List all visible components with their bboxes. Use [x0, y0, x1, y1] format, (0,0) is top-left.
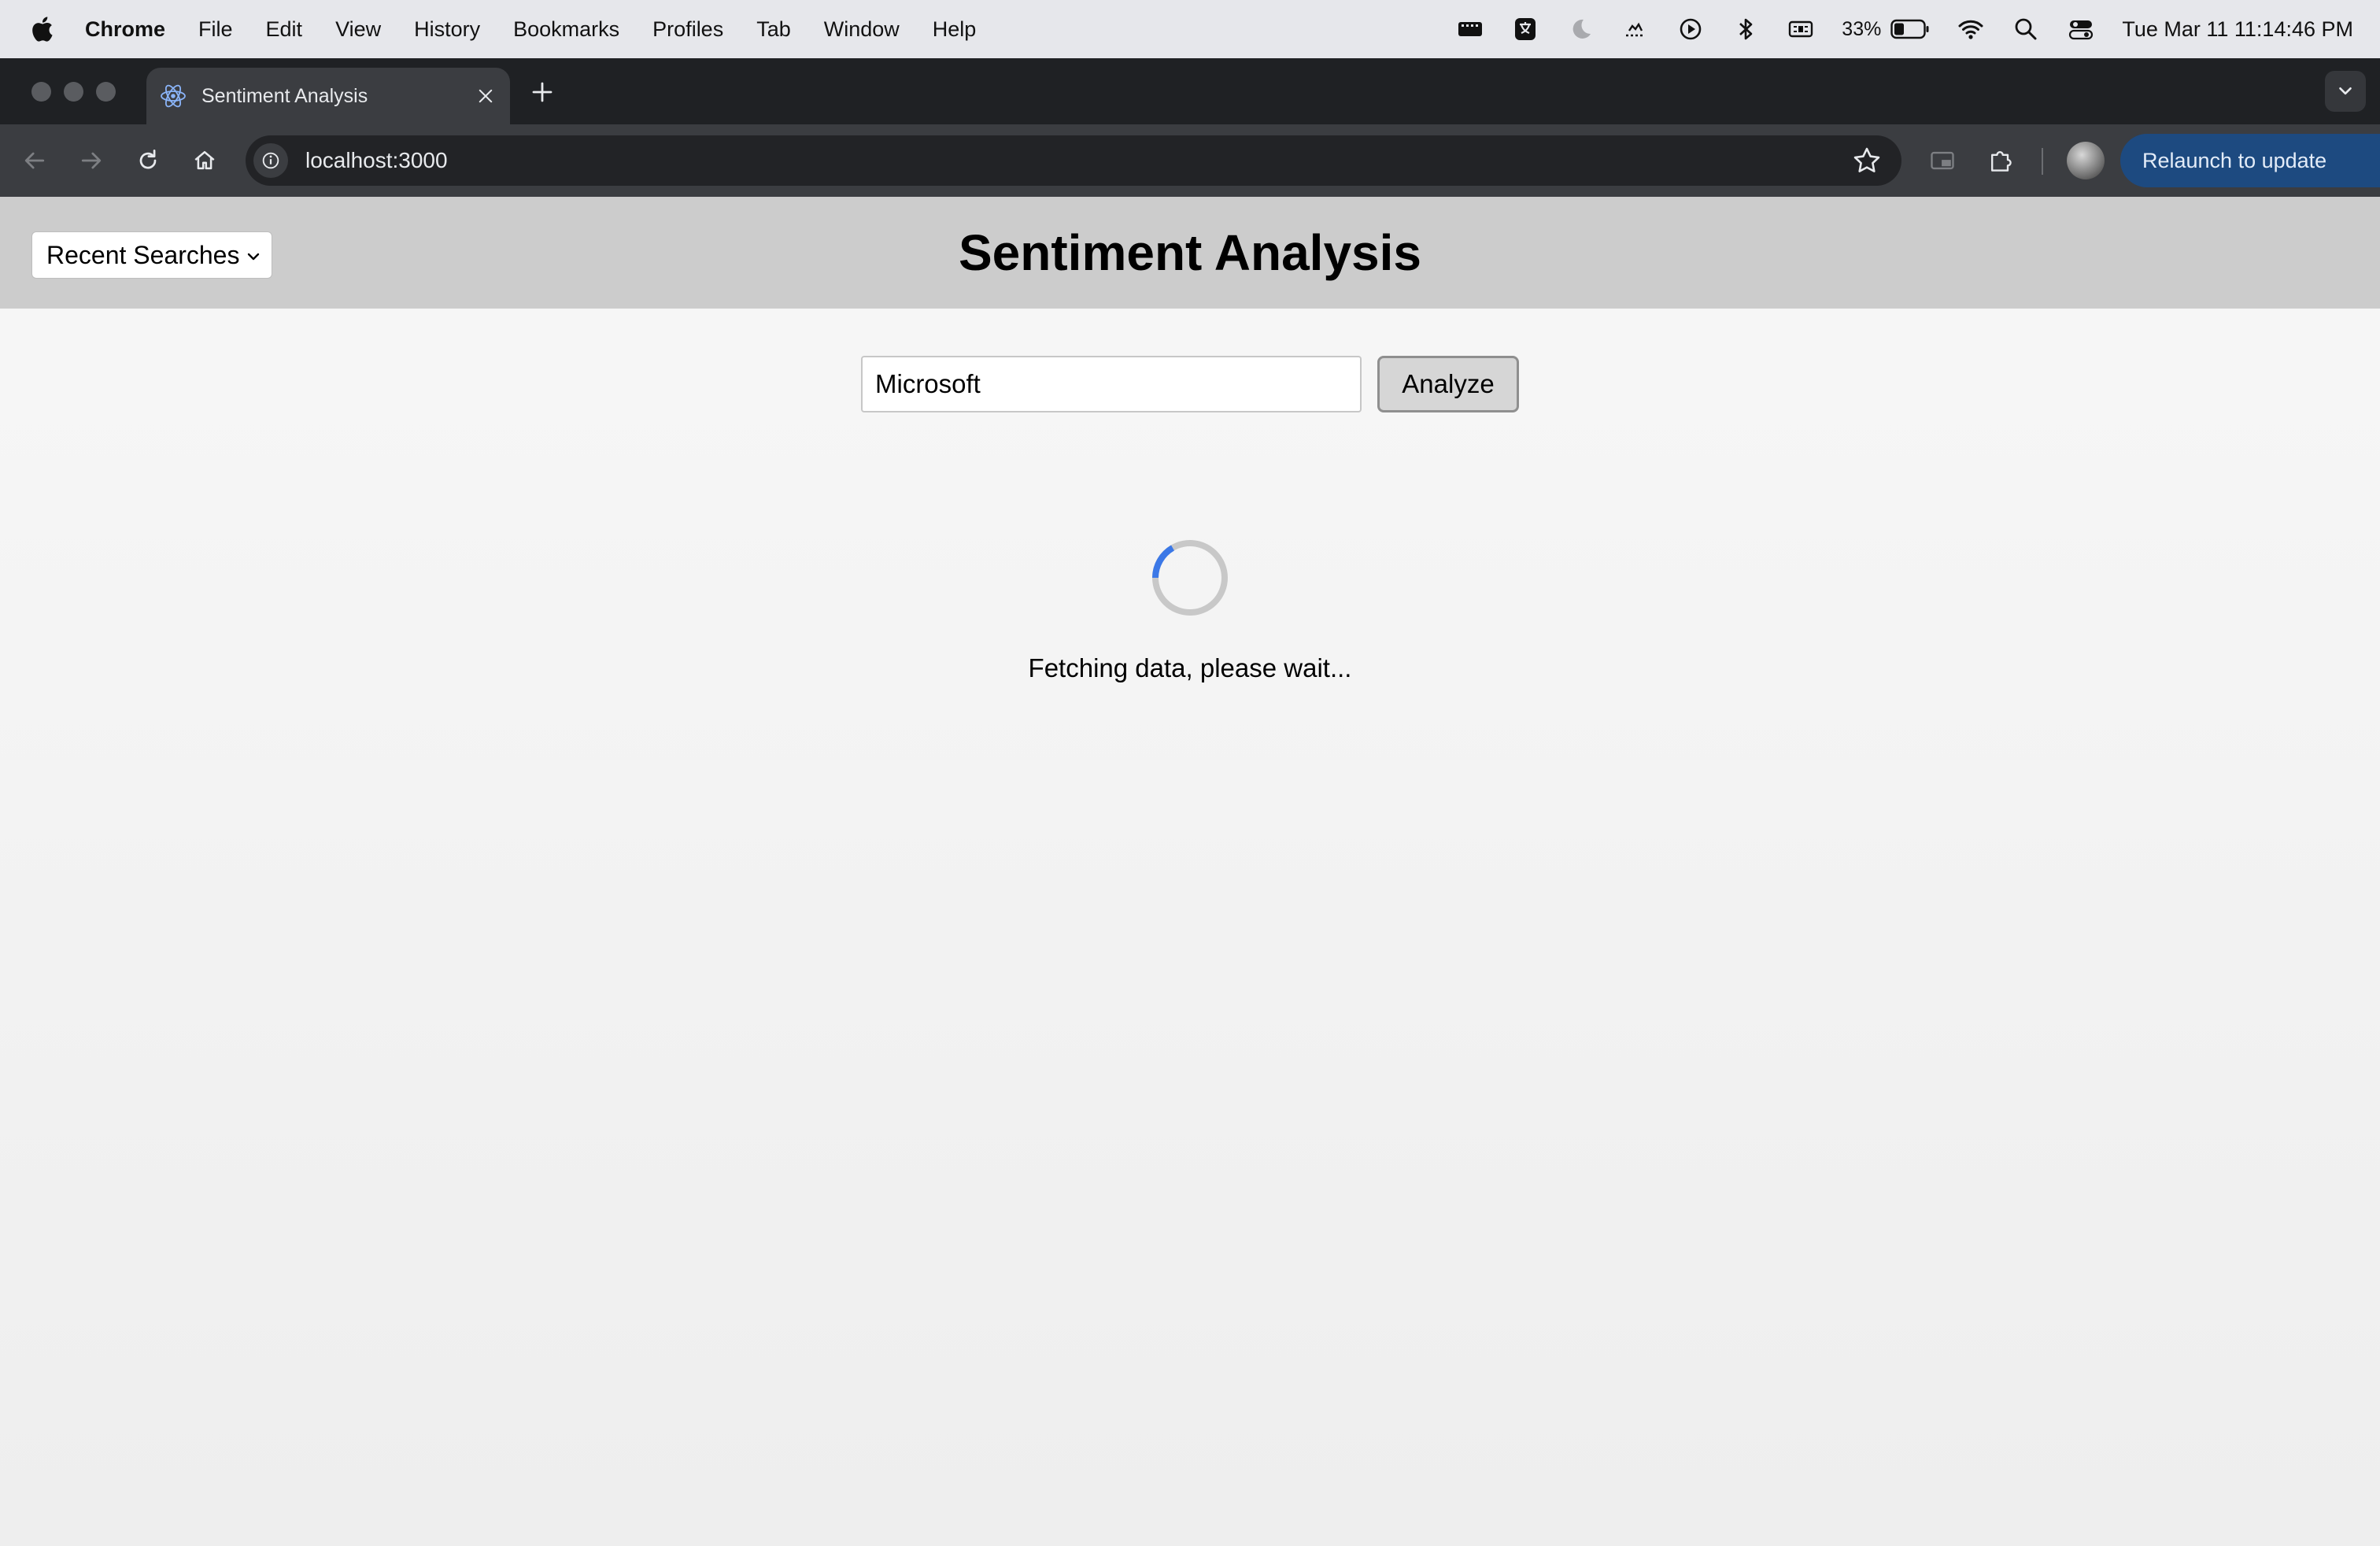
address-bar[interactable]: localhost:3000 — [246, 135, 1901, 186]
menu-help[interactable]: Help — [933, 17, 977, 42]
minimize-window-button[interactable] — [64, 82, 83, 102]
weather-icon[interactable] — [1621, 15, 1650, 43]
analyze-button[interactable]: Analyze — [1377, 356, 1519, 412]
tab-search-icon[interactable] — [2325, 71, 2366, 112]
profile-avatar[interactable] — [2067, 142, 2105, 179]
keyboard-input-icon[interactable] — [1787, 15, 1815, 43]
menu-view[interactable]: View — [335, 17, 381, 42]
apple-menu-icon[interactable] — [30, 13, 57, 45]
tab-sentiment-analysis[interactable]: Sentiment Analysis — [146, 68, 510, 124]
new-tab-icon[interactable] — [529, 79, 556, 105]
menu-bookmarks[interactable]: Bookmarks — [513, 17, 619, 42]
menu-app-name[interactable]: Chrome — [85, 17, 165, 42]
loading-spinner — [1152, 540, 1228, 616]
react-favicon-icon — [161, 84, 186, 108]
play-circle-icon[interactable] — [1676, 15, 1705, 43]
page-content: Recent Searches Sentiment Analysis Analy… — [0, 197, 2380, 1546]
wifi-icon[interactable] — [1957, 15, 1985, 43]
translate-icon[interactable] — [1511, 15, 1539, 43]
browser-tab-strip: Sentiment Analysis — [0, 58, 2380, 124]
menu-file[interactable]: File — [198, 17, 233, 42]
picture-in-picture-icon[interactable] — [1925, 143, 1960, 178]
search-input[interactable] — [861, 356, 1362, 412]
menu-clock[interactable]: Tue Mar 11 11:14:46 PM — [2122, 17, 2353, 42]
status-area: 33% Tue Mar 11 11:14:46 PM — [1456, 0, 2353, 58]
macos-menu-bar: Chrome File Edit View History Bookmarks … — [0, 0, 2380, 58]
bluetooth-icon[interactable] — [1731, 15, 1760, 43]
extensions-puzzle-icon[interactable] — [1983, 143, 2018, 178]
loading-message: Fetching data, please wait... — [1028, 653, 1352, 682]
tab-title: Sentiment Analysis — [201, 84, 368, 107]
zoom-window-button[interactable] — [96, 82, 116, 102]
focus-moon-icon[interactable] — [1566, 15, 1595, 43]
menu-tab[interactable]: Tab — [756, 17, 791, 42]
back-arrow-icon[interactable] — [17, 143, 52, 178]
home-icon[interactable] — [187, 143, 222, 178]
browser-toolbar: localhost:3000 Relaunch to update — [0, 124, 2380, 197]
relaunch-to-update-button[interactable]: Relaunch to update — [2120, 134, 2380, 187]
battery-icon — [1890, 19, 1929, 39]
menu-edit[interactable]: Edit — [266, 17, 303, 42]
page-title: Sentiment Analysis — [958, 224, 1422, 281]
menu-history[interactable]: History — [414, 17, 480, 42]
toolbar-divider — [2042, 148, 2043, 175]
menu-profiles[interactable]: Profiles — [652, 17, 723, 42]
window-controls — [31, 82, 116, 102]
reload-icon[interactable] — [131, 143, 165, 178]
forward-arrow-icon[interactable] — [74, 143, 109, 178]
screen-recorder-icon[interactable] — [1456, 15, 1484, 43]
app-header: Recent Searches Sentiment Analysis — [0, 197, 2380, 309]
close-tab-icon[interactable] — [474, 84, 497, 108]
close-window-button[interactable] — [31, 82, 51, 102]
battery-status[interactable]: 33% — [1842, 18, 1930, 41]
battery-percent: 33% — [1842, 17, 1882, 40]
site-info-icon[interactable] — [253, 143, 288, 178]
bookmark-star-icon[interactable] — [1851, 145, 1883, 176]
spotlight-search-icon[interactable] — [2012, 15, 2040, 43]
menu-window[interactable]: Window — [824, 17, 900, 42]
url-text[interactable]: localhost:3000 — [305, 148, 1851, 173]
control-center-icon[interactable] — [2067, 15, 2095, 43]
relaunch-label: Relaunch to update — [2142, 148, 2327, 172]
